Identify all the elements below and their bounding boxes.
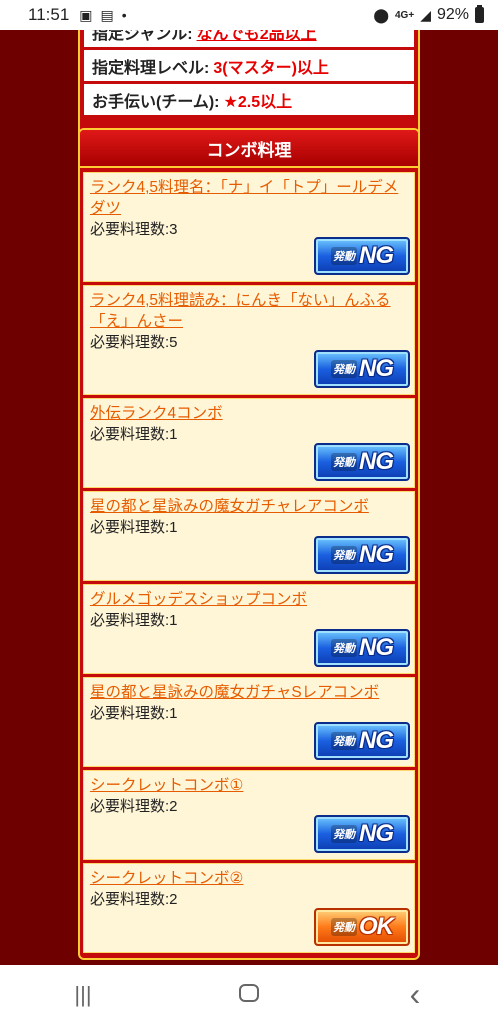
- badge-status: NG: [359, 820, 394, 847]
- home-icon: [239, 983, 259, 1002]
- combo-header: コンボ料理: [80, 130, 418, 168]
- combo-item: シークレットコンボ① 必要料理数:2 発動 NG: [83, 770, 415, 860]
- info-value: ★2.5以上: [223, 93, 293, 111]
- badge-prefix: 発動: [331, 732, 357, 750]
- combo-requirement: 必要料理数:2: [90, 796, 408, 817]
- req-count: 1: [169, 519, 178, 536]
- info-row-genre: 指定ジャンル: なんでも2品以上: [84, 30, 414, 47]
- req-count: 2: [169, 891, 178, 908]
- combo-item: 星の都と星詠みの魔女ガチャSレアコンボ 必要料理数:1 発動 NG: [83, 677, 415, 767]
- badge-status: NG: [359, 355, 394, 382]
- badge-prefix: 発動: [331, 247, 357, 265]
- combo-link[interactable]: グルメゴッデスショップコンボ: [90, 589, 408, 610]
- req-label: 必要料理数:: [90, 426, 170, 443]
- combo-link[interactable]: 星の都と星詠みの魔女ガチャSレアコンボ: [90, 682, 408, 703]
- combo-requirement: 必要料理数:1: [90, 610, 408, 631]
- req-count: 5: [169, 334, 178, 351]
- combo-requirement: 必要料理数:1: [90, 517, 408, 538]
- info-label: 指定料理レベル:: [92, 59, 210, 77]
- combo-item: 星の都と星詠みの魔女ガチャレアコンボ 必要料理数:1 発動 NG: [83, 491, 415, 581]
- signal-text: 4G+: [395, 9, 415, 21]
- info-value: 3(マスター)以上: [213, 59, 329, 77]
- status-bar: 11:51 ▣ ▤ • ⬤ 4G+ ◢ 92%: [0, 0, 498, 30]
- req-count: 1: [169, 612, 178, 629]
- badge-prefix: 発動: [331, 639, 357, 657]
- req-label: 必要料理数:: [90, 612, 170, 629]
- info-row-helper: お手伝い(チーム): ★2.5以上: [84, 84, 414, 115]
- badge-status: NG: [359, 541, 394, 568]
- combo-link[interactable]: シークレットコンボ①: [90, 775, 408, 796]
- recent-apps-icon: |||: [74, 981, 92, 1007]
- req-count: 1: [169, 705, 178, 722]
- status-badge-ng: 発動 NG: [314, 722, 410, 760]
- req-label: 必要料理数:: [90, 705, 170, 722]
- badge-prefix: 発動: [331, 360, 357, 378]
- info-label: お手伝い(チーム):: [92, 93, 220, 111]
- req-count: 3: [169, 221, 178, 238]
- combo-item: グルメゴッデスショップコンボ 必要料理数:1 発動 NG: [83, 584, 415, 674]
- signal-icon: ◢: [420, 6, 431, 23]
- status-badge-ng: 発動 NG: [314, 443, 410, 481]
- battery-icon: [475, 5, 484, 23]
- combo-requirement: 必要料理数:2: [90, 889, 408, 910]
- req-label: 必要料理数:: [90, 334, 170, 351]
- back-icon: ‹: [409, 976, 421, 1012]
- combo-link[interactable]: ランク4,5料理名：「ナ」イ「トプ」ールデメダツ: [90, 177, 408, 219]
- combo-link[interactable]: シークレットコンボ②: [90, 868, 408, 889]
- status-time: 11:51: [28, 5, 70, 24]
- info-value-link[interactable]: なんでも2品以上: [197, 30, 317, 44]
- battery-percent: 92%: [436, 6, 469, 23]
- req-label: 必要料理数:: [90, 519, 170, 536]
- image-icon: ▣: [79, 6, 93, 23]
- combo-link[interactable]: 外伝ランク4コンボ: [90, 403, 408, 424]
- badge-status: NG: [359, 242, 394, 269]
- combo-link[interactable]: ランク4,5料理読み：にんき「ない」んふる「え」んさー: [90, 290, 408, 332]
- system-nav-bar: ||| ‹: [0, 965, 498, 1024]
- status-badge-ng: 発動 NG: [314, 350, 410, 388]
- combo-requirement: 必要料理数:1: [90, 703, 408, 724]
- status-badge-ng: 発動 NG: [314, 237, 410, 275]
- req-label: 必要料理数:: [90, 798, 170, 815]
- dot-icon: •: [121, 7, 127, 23]
- req-label: 必要料理数:: [90, 221, 170, 238]
- info-label: 指定ジャンル:: [92, 30, 193, 43]
- combo-item: シークレットコンボ② 必要料理数:2 発動 OK: [83, 863, 415, 953]
- badge-status: NG: [359, 634, 394, 661]
- location-icon: ⬤: [373, 6, 389, 23]
- badge-status: NG: [359, 727, 394, 754]
- back-button[interactable]: ‹: [385, 976, 445, 1013]
- status-badge-ng: 発動 NG: [314, 536, 410, 574]
- badge-prefix: 発動: [331, 546, 357, 564]
- req-count: 1: [169, 426, 178, 443]
- calendar-icon: ▤: [100, 6, 114, 23]
- info-row-level: 指定料理レベル: 3(マスター)以上: [84, 50, 414, 81]
- req-label: 必要料理数:: [90, 891, 170, 908]
- status-right: ⬤ 4G+ ◢ 92%: [373, 5, 484, 24]
- status-badge-ng: 発動 NG: [314, 629, 410, 667]
- page-content[interactable]: 指定ジャンル: なんでも2品以上 指定料理レベル: 3(マスター)以上 お手伝い…: [0, 30, 498, 965]
- badge-prefix: 発動: [331, 825, 357, 843]
- status-badge-ng: 発動 NG: [314, 815, 410, 853]
- badge-status: OK: [359, 913, 394, 940]
- badge-prefix: 発動: [331, 918, 357, 936]
- combo-item: ランク4,5料理名：「ナ」イ「トプ」ールデメダツ 必要料理数:3 発動 NG: [83, 172, 415, 282]
- combo-item: ランク4,5料理読み：にんき「ない」んふる「え」んさー 必要料理数:5 発動 NG: [83, 285, 415, 395]
- combo-panel: コンボ料理 ランク4,5料理名：「ナ」イ「トプ」ールデメダツ 必要料理数:3 発…: [78, 128, 420, 960]
- req-count: 2: [169, 798, 178, 815]
- badge-status: NG: [359, 448, 394, 475]
- recent-apps-button[interactable]: |||: [53, 982, 113, 1008]
- home-button[interactable]: [219, 982, 279, 1008]
- combo-item: 外伝ランク4コンボ 必要料理数:1 発動 NG: [83, 398, 415, 488]
- badge-prefix: 発動: [331, 453, 357, 471]
- combo-link[interactable]: 星の都と星詠みの魔女ガチャレアコンボ: [90, 496, 408, 517]
- combo-requirement: 必要料理数:1: [90, 424, 408, 445]
- status-badge-ok: 発動 OK: [314, 908, 410, 946]
